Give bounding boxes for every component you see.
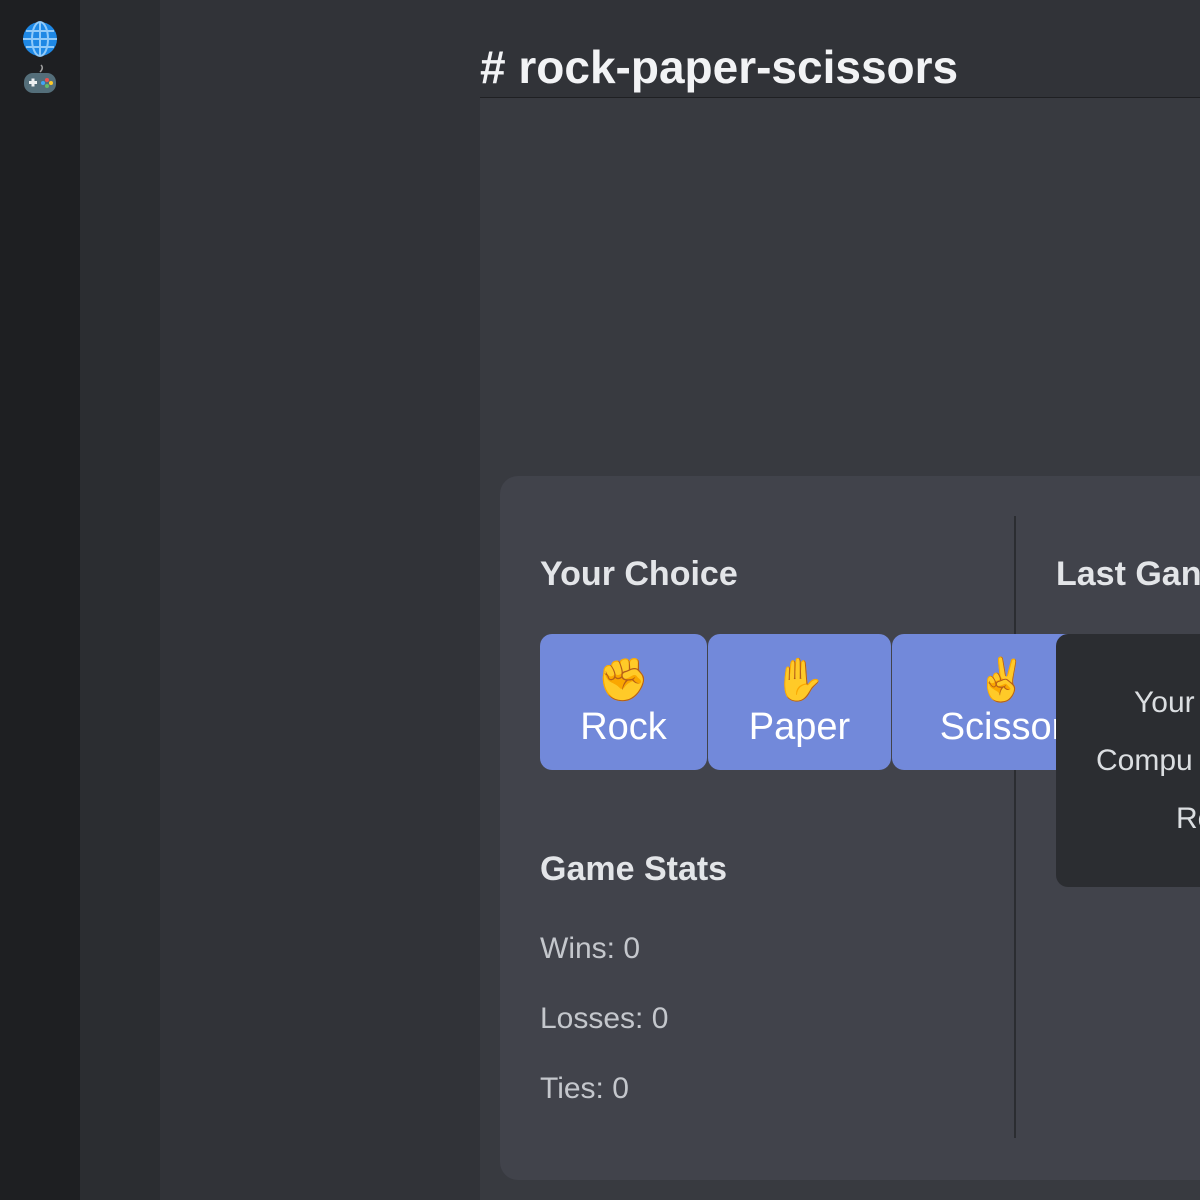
globe-icon[interactable] — [22, 21, 58, 57]
raised-hand-icon: ✋ — [773, 655, 826, 703]
computer-choice-result: Compu — [1096, 744, 1193, 777]
section-divider — [1014, 516, 1016, 1138]
channel-sidebar — [80, 0, 160, 1200]
game-card: Your Choice Last Gan ✊ Rock ✋ Paper ✌️ S… — [500, 476, 1200, 1180]
losses-stat: Losses: 0 — [540, 1002, 669, 1035]
server-rail — [0, 0, 80, 1200]
rock-label: Rock — [580, 705, 667, 748]
ties-stat: Ties: 0 — [540, 1072, 629, 1105]
game-controller-icon-graphic — [24, 64, 56, 93]
fist-icon: ✊ — [597, 655, 650, 703]
main-panel: # rock-paper-scissors Your Choice Last G… — [160, 0, 1200, 1200]
scissors-label: Scissor — [939, 705, 1065, 748]
last-game-title: Last Gan — [1056, 555, 1200, 593]
globe-icon-graphic — [23, 21, 57, 57]
channel-title: # rock-paper-scissors — [480, 41, 959, 93]
channel-header: # rock-paper-scissors — [480, 40, 1200, 98]
paper-label: Paper — [748, 705, 851, 748]
game-result: Re — [1176, 802, 1200, 835]
rock-button[interactable]: ✊ Rock — [540, 634, 707, 770]
wins-stat: Wins: 0 — [540, 932, 641, 965]
victory-hand-icon: ✌️ — [975, 655, 1029, 703]
your-choice-title: Your Choice — [540, 555, 738, 593]
last-game-panel: Your Compu Re — [1056, 634, 1200, 887]
paper-button[interactable]: ✋ Paper — [708, 634, 891, 770]
game-controller-icon[interactable] — [22, 62, 58, 98]
your-choice-result: Your — [1134, 686, 1195, 719]
message-area: Your Choice Last Gan ✊ Rock ✋ Paper ✌️ S… — [480, 98, 1200, 1200]
game-stats-title: Game Stats — [540, 850, 728, 888]
